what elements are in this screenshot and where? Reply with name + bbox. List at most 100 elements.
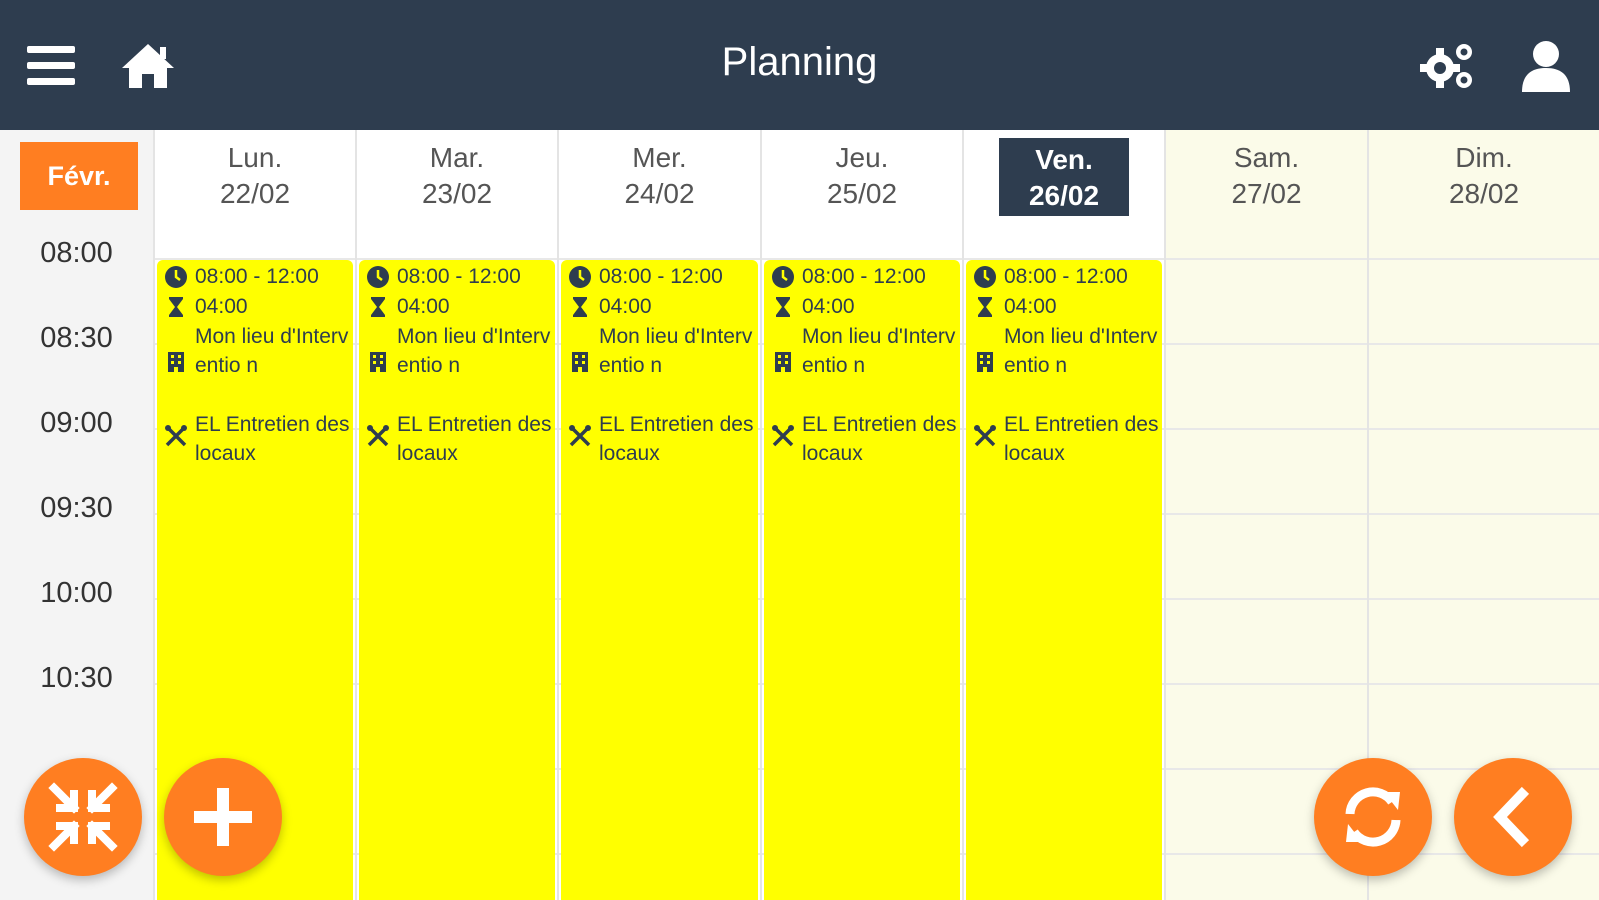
day-header[interactable]: Sam. 27/02 (1166, 130, 1367, 258)
day-name: Mar. (429, 142, 485, 173)
grid-line (1369, 598, 1599, 600)
day-name: Dim. (1455, 142, 1513, 173)
tools-icon (966, 410, 1004, 448)
grid-line (1369, 428, 1599, 430)
grid-line (1166, 428, 1367, 430)
grid-line (1166, 598, 1367, 600)
event-card[interactable]: 08:00 - 12:00 04:00 Mon lieu d'Interventio… (966, 260, 1162, 900)
tools-icon (561, 410, 599, 448)
day-name: Mer. (632, 142, 687, 173)
time-label: 08:00 (40, 237, 113, 269)
day-date: 24/02 (624, 178, 695, 209)
event-duration: 04:00 (397, 295, 450, 318)
event-duration: 04:00 (195, 295, 248, 318)
add-button[interactable] (164, 758, 282, 876)
event-duration: 04:00 (802, 295, 855, 318)
event-time: 08:00 - 12:00 (802, 265, 926, 288)
event-location-row: Mon lieu d'Interventio n (359, 322, 555, 380)
tools-icon (764, 410, 802, 448)
day-column[interactable]: Mar. 23/02 08:00 - 12:00 04:00 Mon lieu d'In… (355, 130, 557, 900)
event-location-row: Mon lieu d'Interventio n (157, 322, 353, 380)
event-duration: 04:00 (599, 295, 652, 318)
grid-line (1166, 683, 1367, 685)
event-location: Mon lieu d'Interventio n (802, 325, 956, 377)
tools-icon (359, 410, 397, 448)
building-icon (764, 322, 802, 374)
grid-line (1166, 258, 1367, 260)
event-duration-row: 04:00 (157, 292, 353, 321)
hourglass-icon (359, 292, 397, 319)
clock-icon (359, 262, 397, 289)
grid-line (1369, 258, 1599, 260)
refresh-button[interactable] (1314, 758, 1432, 876)
day-date: 23/02 (421, 178, 493, 209)
tools-icon (157, 410, 195, 448)
settings-icon[interactable] (1420, 38, 1476, 94)
grid-line (1166, 343, 1367, 345)
time-label: 10:30 (40, 662, 113, 694)
hourglass-icon (966, 292, 1004, 319)
grid-line (1369, 343, 1599, 345)
back-icon (1493, 786, 1530, 848)
day-column[interactable]: Mer. 24/02 08:00 - 12:00 04:00 Mon lieu d'In… (557, 130, 760, 900)
building-icon (157, 322, 195, 374)
day-header-label: Mar. 23/02 (402, 138, 512, 214)
day-column[interactable]: Jeu. 25/02 08:00 - 12:00 04:00 Mon lieu d'In… (760, 130, 962, 900)
day-date: 28/02 (1448, 178, 1520, 209)
day-header[interactable]: Lun. 22/02 (155, 130, 355, 258)
day-header-label: Dim. 28/02 (1429, 138, 1539, 214)
event-time: 08:00 - 12:00 (397, 265, 521, 288)
refresh-icon (1345, 787, 1401, 847)
day-header[interactable]: Mar. 23/02 (357, 130, 557, 258)
day-header-label: Lun. 22/02 (200, 138, 310, 214)
event-duration-row: 04:00 (764, 292, 960, 321)
day-header-label: Jeu. 25/02 (807, 138, 917, 214)
building-icon (359, 322, 397, 374)
event-time-row: 08:00 - 12:00 (359, 262, 555, 291)
day-date: 26/02 (1028, 180, 1100, 211)
event-task: EL Entretien des locaux (397, 413, 552, 465)
grid-line (1166, 513, 1367, 515)
hourglass-icon (561, 292, 599, 319)
event-task-row: EL Entretien des locaux (359, 410, 555, 468)
day-header[interactable]: Jeu. 25/02 (762, 130, 962, 258)
collapse-button[interactable] (24, 758, 142, 876)
day-date: 25/02 (826, 178, 898, 209)
collapse-icon (48, 782, 118, 852)
event-time-row: 08:00 - 12:00 (764, 262, 960, 291)
day-header[interactable]: Dim. 28/02 (1369, 130, 1599, 258)
day-header[interactable]: Mer. 24/02 (559, 130, 760, 258)
event-task: EL Entretien des locaux (802, 413, 957, 465)
event-location: Mon lieu d'Interventio n (397, 325, 551, 377)
hourglass-icon (764, 292, 802, 319)
event-card[interactable]: 08:00 - 12:00 04:00 Mon lieu d'Interventio… (561, 260, 758, 900)
event-duration: 04:00 (1004, 295, 1057, 318)
add-icon (194, 788, 252, 846)
event-duration-row: 04:00 (966, 292, 1162, 321)
day-column[interactable]: Ven. 26/02 08:00 - 12:00 04:00 Mon lieu d'In… (962, 130, 1164, 900)
back-button[interactable] (1454, 758, 1572, 876)
event-task: EL Entretien des locaux (195, 413, 350, 465)
event-location-row: Mon lieu d'Interventio n (764, 322, 960, 380)
time-label: 08:30 (40, 322, 113, 354)
event-task-row: EL Entretien des locaux (561, 410, 758, 468)
clock-icon (764, 262, 802, 289)
event-location-row: Mon lieu d'Interventio n (966, 322, 1162, 380)
time-label: 09:00 (40, 407, 113, 439)
user-icon[interactable] (1518, 38, 1574, 94)
day-name: Jeu. (835, 142, 889, 173)
event-duration-row: 04:00 (561, 292, 758, 321)
event-time: 08:00 - 12:00 (1004, 265, 1128, 288)
day-header-label: Sam. 27/02 (1211, 138, 1321, 214)
event-card[interactable]: 08:00 - 12:00 04:00 Mon lieu d'Interventio… (359, 260, 555, 900)
event-card[interactable]: 08:00 - 12:00 04:00 Mon lieu d'Interventio… (764, 260, 960, 900)
clock-icon (966, 262, 1004, 289)
hourglass-icon (157, 292, 195, 319)
event-duration-row: 04:00 (359, 292, 555, 321)
page-title: Planning (721, 40, 878, 84)
clock-icon (157, 262, 195, 289)
event-task-row: EL Entretien des locaux (157, 410, 353, 468)
day-header[interactable]: Ven. 26/02 (964, 130, 1164, 258)
month-badge[interactable]: Févr. (20, 142, 138, 210)
clock-icon (561, 262, 599, 289)
